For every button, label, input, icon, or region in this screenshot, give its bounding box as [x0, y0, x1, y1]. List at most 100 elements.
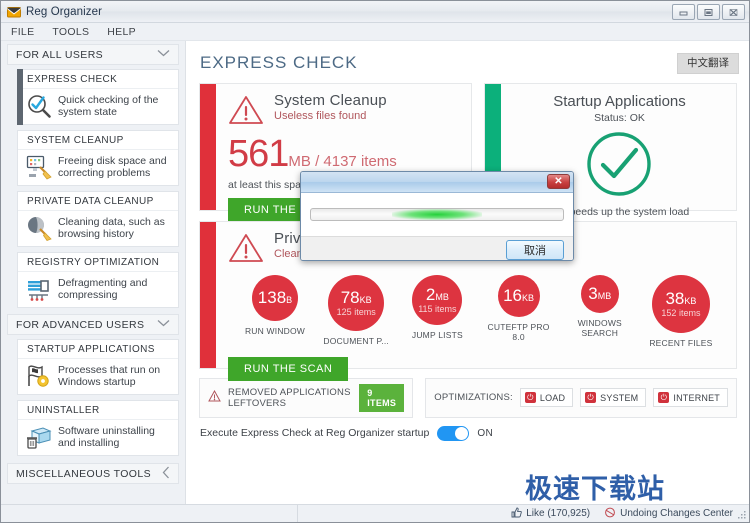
main-content: EXPRESS CHECK 中文翻译 System Cleanup Useles… [185, 41, 749, 522]
warning-triangle-icon [228, 94, 264, 129]
dialog-close-button[interactable]: ✕ [547, 174, 570, 189]
menu-file[interactable]: FILE [9, 25, 36, 39]
optimization-button-label: SYSTEM [600, 392, 639, 403]
chevron-down-icon [157, 49, 170, 60]
circle-unit: KB [359, 294, 372, 305]
menu-tools[interactable]: TOOLS [50, 25, 91, 39]
circle-value: 16 [503, 286, 523, 305]
optimization-button-label: LOAD [539, 392, 566, 403]
warning-triangle-small-icon [208, 389, 221, 405]
circle-unit: KB [522, 293, 535, 303]
flag-gear-icon [26, 363, 52, 389]
optimizations-label: OPTIMIZATIONS: [434, 392, 513, 403]
dialog-body [301, 193, 573, 237]
sidebar-item-desc: Defragmenting and compressing [58, 276, 148, 302]
page-title: EXPRESS CHECK [200, 53, 358, 73]
globe-broom-icon [26, 215, 52, 241]
sidebar: FOR ALL USERS EXPRESS CHECK Quick checki… [1, 41, 185, 522]
sidebar-item-express-check[interactable]: EXPRESS CHECK Quick checking of the syst… [17, 69, 179, 125]
chevron-down-icon [157, 319, 170, 330]
data-circle-item[interactable]: 3MB WINDOWS SEARCH [563, 274, 637, 348]
sidebar-item-title: REGISTRY OPTIMIZATION [18, 253, 178, 272]
optimization-system-button[interactable]: ⏻ SYSTEM [580, 388, 647, 407]
circle-unit: B [286, 295, 293, 305]
data-circle-item[interactable]: 38KB 152 items RECENT FILES [644, 274, 718, 348]
cleanup-size-readout: 561MB / 4137 items [228, 135, 461, 173]
circle-items: 125 items [336, 306, 376, 317]
maximize-button[interactable] [697, 4, 720, 20]
progress-dialog[interactable]: ✕ 取消 [300, 171, 574, 261]
circle-label: WINDOWS SEARCH [577, 317, 622, 338]
circle-value: 2 [425, 284, 436, 304]
resize-grip-icon[interactable] [737, 510, 747, 520]
data-circle-item[interactable]: 16KB CUTEFTP PRO 8.0 [482, 274, 556, 348]
box-trash-icon [26, 424, 52, 450]
sidebar-group-for-all-users[interactable]: FOR ALL USERS [7, 44, 179, 65]
data-circle-item[interactable]: 138B RUN WINDOW [238, 274, 312, 348]
sidebar-group-miscellaneous-tools[interactable]: MISCELLANEOUS TOOLS [7, 463, 179, 484]
status-bar: Like (170,925) Undoing Changes Center [1, 504, 749, 522]
sidebar-item-startup-applications[interactable]: STARTUP APPLICATIONS Processes that run … [17, 339, 179, 395]
close-button[interactable] [722, 4, 745, 20]
sidebar-group-for-advanced-users[interactable]: FOR ADVANCED USERS [7, 314, 179, 335]
express-check-toggle-label: Execute Express Check at Reg Organizer s… [200, 427, 430, 439]
data-circle-item[interactable]: 2MB 115 items JUMP LISTS [400, 274, 474, 348]
progress-bar [310, 208, 564, 221]
leftovers-items-badge[interactable]: 9 ITEMS [359, 383, 405, 412]
sidebar-item-uninstaller[interactable]: UNINSTALLER Software uninstalling and in… [17, 400, 179, 456]
status-undo-label: Undoing Changes Center [620, 508, 733, 519]
status-bar-divider [297, 505, 298, 522]
optimization-button-label: INTERNET [673, 392, 720, 403]
express-check-toggle[interactable] [437, 425, 470, 441]
card-title: Startup Applications [553, 92, 686, 110]
warning-triangle-icon [228, 232, 264, 267]
chevron-left-icon [162, 466, 170, 482]
sidebar-item-desc: Cleaning data, such as browsing history [58, 215, 165, 241]
circle-value: 138 [257, 288, 287, 307]
circle-unit: MB [435, 291, 449, 302]
menu-help[interactable]: HELP [105, 25, 138, 39]
minimize-button[interactable] [672, 4, 695, 20]
circle-label: RECENT FILES [649, 337, 713, 348]
circle-label: CUTEFTP PRO 8.0 [487, 321, 550, 342]
sidebar-group-label: FOR ALL USERS [16, 48, 104, 61]
circle-value: 38 [665, 288, 685, 308]
translate-button[interactable]: 中文翻译 [677, 53, 739, 74]
private-data-run-scan-button[interactable]: RUN THE SCAN [228, 356, 349, 381]
dialog-footer: 取消 [301, 237, 573, 260]
sidebar-item-title: UNINSTALLER [18, 401, 178, 420]
circle-label: DOCUMENT P... [323, 335, 389, 346]
card-status: Status: OK [594, 111, 645, 124]
sidebar-group-label: MISCELLANEOUS TOOLS [16, 467, 152, 480]
circle-label: RUN WINDOW [244, 325, 306, 336]
status-undoing-changes-center[interactable]: Undoing Changes Center [604, 507, 733, 521]
circle-items: 152 items [661, 307, 701, 318]
undo-circle-icon [604, 507, 616, 521]
circle-value: 3 [588, 284, 598, 303]
close-icon [729, 8, 738, 16]
removed-applications-leftovers-strip[interactable]: REMOVED APPLICATIONS LEFTOVERS 9 ITEMS [199, 377, 414, 418]
sidebar-item-desc: Freeing disk space and correcting proble… [58, 154, 167, 180]
dialog-cancel-button[interactable]: 取消 [506, 239, 564, 260]
sidebar-item-private-data-cleanup[interactable]: PRIVATE DATA CLEANUP Cleaning data, such… [17, 191, 179, 247]
express-check-toggle-row: Execute Express Check at Reg Organizer s… [186, 418, 749, 441]
sidebar-group-label: FOR ADVANCED USERS [16, 318, 145, 331]
sidebar-item-title: SYSTEM CLEANUP [18, 131, 178, 150]
toggle-knob [455, 426, 469, 440]
sidebar-item-registry-optimization[interactable]: REGISTRY OPTIMIZATION Defragmenting and … [17, 252, 179, 308]
optimization-internet-button[interactable]: ⏻ INTERNET [653, 388, 728, 407]
card-subtitle: Useless files found [274, 109, 367, 122]
data-circle-item[interactable]: 78KB 125 items DOCUMENT P... [319, 274, 393, 348]
cleanup-size-value: 561 [228, 132, 289, 175]
application-window: Reg Organizer FILE TOOLS HELP FOR ALL US… [0, 0, 750, 523]
window-controls [672, 4, 745, 20]
sidebar-item-desc: Quick checking of the system state [58, 93, 159, 119]
window-title: Reg Organizer [26, 5, 103, 18]
optimization-load-button[interactable]: ⏻ LOAD [519, 388, 574, 407]
status-like[interactable]: Like (170,925) [511, 507, 590, 521]
express-check-toggle-state: ON [477, 427, 493, 439]
sidebar-item-system-cleanup[interactable]: SYSTEM CLEANUP Freeing disk space and co… [17, 130, 179, 186]
magnifier-check-icon [26, 93, 52, 119]
card-title: System Cleanup [274, 91, 387, 109]
menu-bar: FILE TOOLS HELP [1, 23, 749, 41]
